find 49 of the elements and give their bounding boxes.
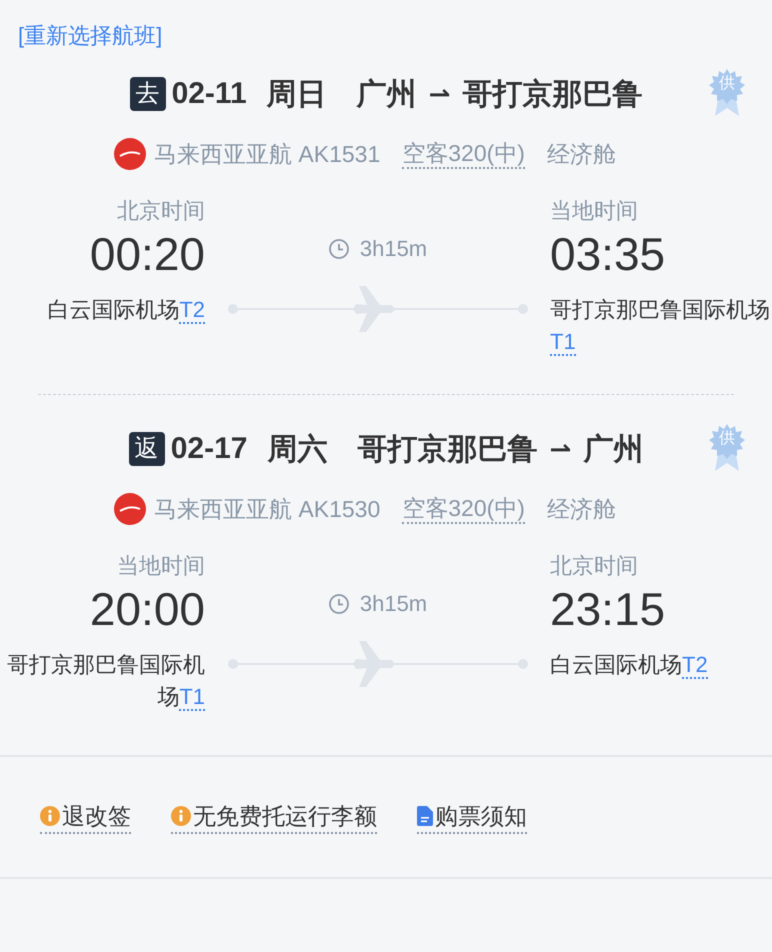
flight-duration: 3h15m xyxy=(360,591,428,617)
clock-icon xyxy=(328,238,350,260)
terminal-link[interactable]: T1 xyxy=(550,329,576,356)
flight-duration: 3h15m xyxy=(360,236,428,262)
flight-date: 02-17 xyxy=(170,432,248,466)
departure-time: 00:20 xyxy=(90,227,205,282)
arrival-time: 23:15 xyxy=(550,582,666,637)
departure-time: 20:00 xyxy=(90,582,205,637)
policy-link[interactable]: 无免费托运行李额 xyxy=(171,800,377,834)
supplier-seal: 供 xyxy=(708,68,746,118)
supplier-seal: 供 xyxy=(708,423,746,473)
airline-logo-icon xyxy=(114,138,146,170)
direction-badge: 去 xyxy=(130,77,166,111)
policy-link[interactable]: 购票须知 xyxy=(417,800,527,834)
route-arrow: ⇀ xyxy=(549,434,572,464)
terminal-link[interactable]: T2 xyxy=(179,297,205,324)
origin-city: 哥打京那巴鲁 xyxy=(357,432,538,468)
document-icon xyxy=(417,806,433,826)
clock-icon xyxy=(328,593,350,615)
airline-flight-number: 马来西亚亚航 AK1531 xyxy=(154,140,380,168)
aircraft-type[interactable]: 空客320(中) xyxy=(402,139,525,169)
info-icon xyxy=(40,806,60,826)
aircraft-type[interactable]: 空客320(中) xyxy=(402,494,525,524)
flight-date: 02-11 xyxy=(172,77,247,111)
destination-city: 广州 xyxy=(583,432,644,468)
airline-flight-number: 马来西亚亚航 AK1530 xyxy=(154,494,380,524)
route-arrow: ⇀ xyxy=(428,78,450,110)
terminal-link[interactable]: T2 xyxy=(682,652,708,679)
terminal-link[interactable]: T1 xyxy=(179,684,205,711)
weekday: 周日 xyxy=(266,76,327,112)
airline-logo-icon xyxy=(114,493,146,525)
direction-badge: 返 xyxy=(128,432,165,466)
cabin-class: 经济舱 xyxy=(546,140,616,168)
time-zone-label: 北京时间 xyxy=(117,197,205,225)
departure-airport: 白云国际机场T2 xyxy=(47,296,205,326)
destination-city: 哥打京那巴鲁 xyxy=(462,76,642,112)
origin-city: 广州 xyxy=(356,76,417,112)
cabin-class: 经济舱 xyxy=(546,494,616,524)
arrival-airport: 哥打京那巴鲁国际机场 T1 xyxy=(550,296,771,358)
reselect-flight-link[interactable]: [重新选择航班] xyxy=(18,20,162,52)
arrival-airport: 白云国际机场T2 xyxy=(550,651,708,681)
departure-airport: 哥打京那巴鲁国际机场T1 xyxy=(6,651,205,713)
weekday: 周六 xyxy=(267,432,328,468)
time-zone-label: 北京时间 xyxy=(550,552,638,580)
time-zone-label: 当地时间 xyxy=(550,197,638,225)
policy-link[interactable]: 退改签 xyxy=(40,800,131,834)
time-zone-label: 当地时间 xyxy=(117,552,205,580)
info-icon xyxy=(171,806,191,826)
arrival-time: 03:35 xyxy=(550,227,666,282)
